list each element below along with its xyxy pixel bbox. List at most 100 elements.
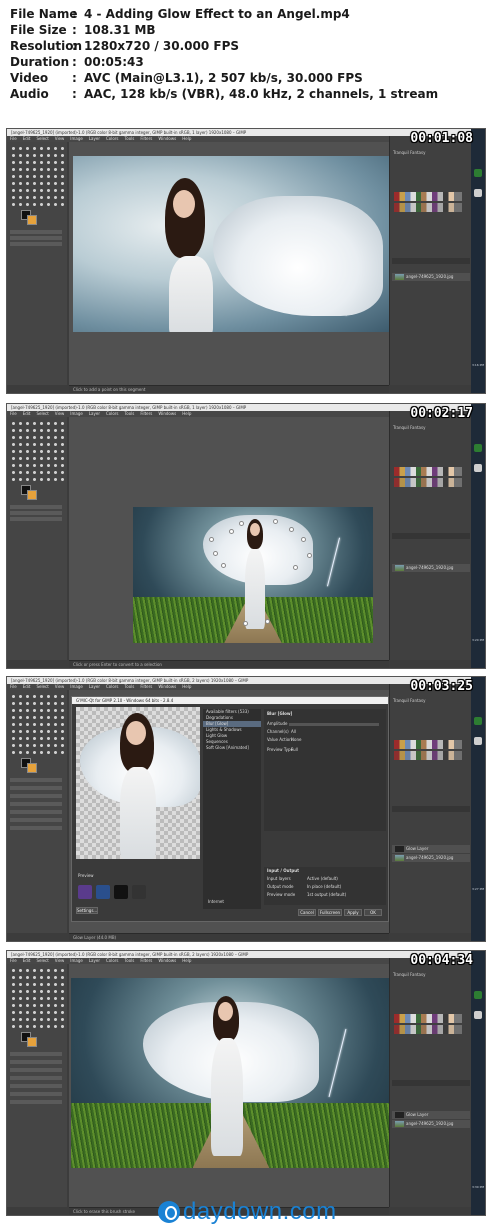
tool-icons[interactable] — [10, 420, 64, 484]
menu-edit[interactable]: Edit — [23, 136, 31, 141]
image-canvas[interactable] — [69, 417, 389, 660]
app-icon[interactable] — [474, 1011, 482, 1019]
menu-layer[interactable]: Layer — [89, 136, 100, 141]
menu-image[interactable]: Image — [70, 411, 83, 416]
menu-tools[interactable]: Tools — [125, 958, 135, 963]
menu-help[interactable]: Help — [182, 958, 191, 963]
menu-filters[interactable]: Filters — [140, 684, 152, 689]
menu-file[interactable]: File — [10, 958, 17, 963]
tool-option[interactable] — [10, 1100, 62, 1104]
param-preview-type[interactable]: Preview Type Full — [267, 747, 383, 753]
app-icon[interactable] — [474, 717, 482, 725]
menu-colors[interactable]: Colors — [106, 958, 119, 963]
background-color-swatch[interactable] — [27, 215, 37, 225]
param-value-action[interactable]: Value Action None — [267, 737, 383, 743]
menu-colors[interactable]: Colors — [106, 684, 119, 689]
menu-colors[interactable]: Colors — [106, 411, 119, 416]
menu-edit[interactable]: Edit — [23, 684, 31, 689]
app-icon[interactable] — [474, 444, 482, 452]
apply-button[interactable]: Apply — [344, 909, 362, 916]
menu-view[interactable]: View — [55, 684, 65, 689]
menu-help[interactable]: Help — [182, 136, 191, 141]
tool-option[interactable] — [10, 230, 62, 234]
app-icon[interactable] — [474, 189, 482, 197]
io-output-mode[interactable]: Output mode In place (default) — [267, 884, 383, 890]
tool-option[interactable] — [10, 1068, 62, 1072]
menu-tools[interactable]: Tools — [125, 411, 135, 416]
palette[interactable] — [394, 751, 462, 760]
menu-image[interactable]: Image — [70, 958, 83, 963]
tool-option[interactable] — [10, 786, 62, 790]
layer-row[interactable]: angel-749625_1920.jpg — [392, 854, 470, 862]
tool-option[interactable] — [10, 1076, 62, 1080]
tool-option[interactable] — [10, 778, 62, 782]
menu-filters[interactable]: Filters — [140, 411, 152, 416]
menu-help[interactable]: Help — [182, 411, 191, 416]
tool-option[interactable] — [10, 236, 62, 240]
menu-select[interactable]: Select — [36, 684, 48, 689]
menu-edit[interactable]: Edit — [23, 958, 31, 963]
tool-option[interactable] — [10, 511, 62, 515]
menu-select[interactable]: Select — [36, 136, 48, 141]
menu-windows[interactable]: Windows — [158, 411, 176, 416]
fullscreen-button[interactable]: Fullscreen — [318, 909, 342, 916]
filter-item[interactable]: Soft Glow [Animated] — [203, 745, 261, 751]
palette[interactable] — [394, 478, 462, 487]
layer-row[interactable]: Glow Layer — [392, 845, 470, 853]
param-channels[interactable]: Channel(s) All — [267, 729, 383, 735]
io-preview-mode[interactable]: Preview mode 1st output (default) — [267, 892, 383, 898]
app-icon[interactable] — [474, 991, 482, 999]
tool-option[interactable] — [10, 1060, 62, 1064]
palette[interactable] — [394, 1025, 462, 1034]
ok-button[interactable]: OK — [364, 909, 382, 916]
menu-layer[interactable]: Layer — [89, 411, 100, 416]
palette[interactable] — [394, 740, 462, 749]
menu-select[interactable]: Select — [36, 958, 48, 963]
param-slider[interactable] — [289, 723, 379, 726]
param-amplitude[interactable]: Amplitude — [267, 721, 383, 727]
preview-pane[interactable] — [76, 707, 200, 859]
background-color-swatch[interactable] — [27, 763, 37, 773]
layer-row[interactable]: angel-749625_1920.jpg — [392, 564, 470, 572]
tool-option[interactable] — [10, 794, 62, 798]
menu-view[interactable]: View — [55, 411, 65, 416]
tool-option[interactable] — [10, 242, 62, 246]
menu-windows[interactable]: Windows — [158, 136, 176, 141]
menu-view[interactable]: View — [55, 958, 65, 963]
background-color-swatch[interactable] — [27, 490, 37, 500]
palette[interactable] — [394, 467, 462, 476]
menu-file[interactable]: File — [10, 411, 17, 416]
app-icon[interactable] — [474, 737, 482, 745]
layer-row[interactable]: angel-749625_1920.jpg — [392, 273, 470, 281]
menu-tools[interactable]: Tools — [125, 136, 135, 141]
layer-row[interactable]: angel-749625_1920.jpg — [392, 1120, 470, 1128]
io-input-layers[interactable]: Input layers Active (default) — [267, 876, 383, 882]
menu-layer[interactable]: Layer — [89, 958, 100, 963]
menu-windows[interactable]: Windows — [158, 958, 176, 963]
tool-icons[interactable] — [10, 693, 64, 757]
tool-option[interactable] — [10, 802, 62, 806]
cancel-button[interactable]: Cancel — [298, 909, 316, 916]
tool-icons[interactable] — [10, 145, 64, 209]
app-icon[interactable] — [474, 169, 482, 177]
preview-checkbox[interactable]: Preview — [78, 873, 94, 878]
menu-image[interactable]: Image — [70, 684, 83, 689]
layer-row[interactable]: Glow Layer — [392, 1111, 470, 1119]
tool-option[interactable] — [10, 810, 62, 814]
menu-layer[interactable]: Layer — [89, 684, 100, 689]
menu-view[interactable]: View — [55, 136, 65, 141]
palette[interactable] — [394, 192, 462, 201]
menu-windows[interactable]: Windows — [158, 684, 176, 689]
tool-option[interactable] — [10, 1084, 62, 1088]
tool-option[interactable] — [10, 1052, 62, 1056]
tool-icons[interactable] — [10, 967, 64, 1031]
menu-image[interactable]: Image — [70, 136, 83, 141]
menu-edit[interactable]: Edit — [23, 411, 31, 416]
menu-filters[interactable]: Filters — [140, 136, 152, 141]
menu-file[interactable]: File — [10, 136, 17, 141]
menu-tools[interactable]: Tools — [125, 684, 135, 689]
menu-colors[interactable]: Colors — [106, 136, 119, 141]
internet-checkbox[interactable]: Internet — [205, 899, 224, 905]
image-canvas[interactable] — [69, 964, 389, 1207]
filter-list[interactable]: Available filters (533) Degradations Blu… — [203, 709, 261, 909]
